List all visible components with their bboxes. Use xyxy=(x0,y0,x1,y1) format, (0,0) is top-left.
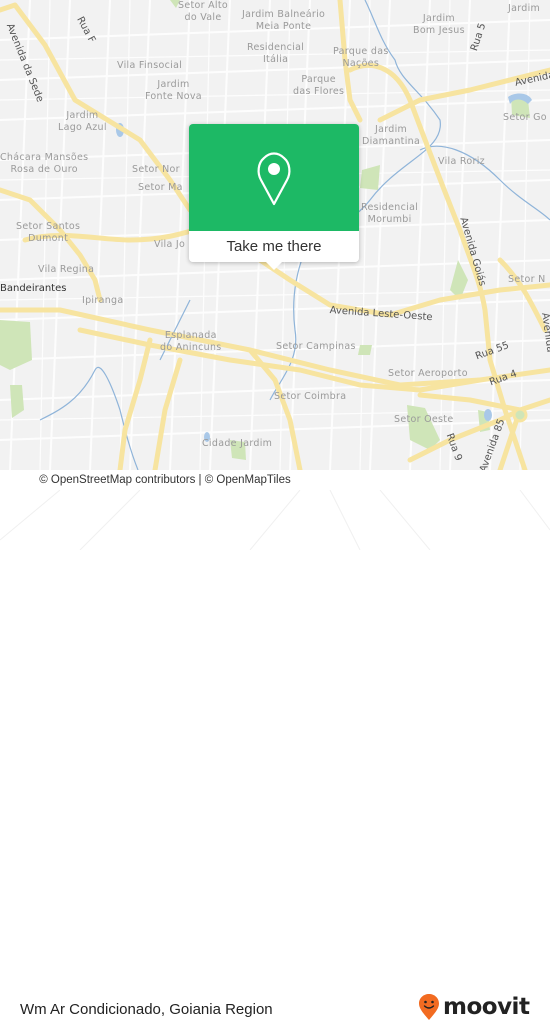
popup-pointer xyxy=(266,262,282,270)
label-jardim-ne: Jardim xyxy=(508,3,541,14)
label-setor-norte: Setor Nor xyxy=(132,164,180,175)
label-parque-das-nacoes: Parque das Nações xyxy=(333,46,389,69)
label-parque-das-flores: Parque das Flores xyxy=(293,74,345,97)
label-setor-ma: Setor Ma xyxy=(138,182,183,193)
footer-background-pattern xyxy=(0,490,550,550)
location-popup: Take me there xyxy=(189,124,359,270)
label-setor-n: Setor N xyxy=(508,274,546,285)
label-vila-finsocial: Vila Finsocial xyxy=(117,60,183,71)
label-setor-aeroporto: Setor Aeroporto xyxy=(388,368,468,379)
take-me-there-button[interactable]: Take me there xyxy=(189,231,359,262)
label-setor-goiania: Setor Go xyxy=(503,112,547,123)
label-jardim-balneario: Jardim Balneário Meia Ponte xyxy=(242,9,326,32)
label-residencial-italia: Residencial Itália xyxy=(247,42,305,65)
label-cidade-jardim: Cidade Jardim xyxy=(202,438,273,449)
label-setor-coimbra: Setor Coimbra xyxy=(274,391,347,402)
label-residencial-morumbi: Residencial Morumbi xyxy=(361,202,419,225)
label-chacara-mansoes: Chácara Mansões Rosa de Ouro xyxy=(0,152,89,175)
label-setor-santos-dumont: Setor Santos Dumont xyxy=(16,221,81,244)
label-setor-alto-do-vale: Setor Alto do Vale xyxy=(178,0,229,23)
place-title: Wm Ar Condicionado, Goiania Region xyxy=(20,1001,273,1018)
moovit-smiley-pin-icon xyxy=(419,994,439,1020)
label-jardim-fonte-nova: Jardim Fonte Nova xyxy=(145,79,202,102)
label-jardim-bom-jesus: Jardim Bom Jesus xyxy=(413,13,465,36)
label-jardim-lago-azul: Jardim Lago Azul xyxy=(58,110,107,133)
footer: Wm Ar Condicionado, Goiania Region moovi… xyxy=(0,490,550,1020)
map-pin-icon xyxy=(257,151,291,205)
label-esplanada-do-anincuns: Esplanada do Anincuns xyxy=(160,330,222,353)
roundabout xyxy=(512,407,528,423)
label-ipiranga: Ipiranga xyxy=(82,295,124,306)
label-jardim-diamantina: Jardim Diamantina xyxy=(362,124,421,147)
map[interactable]: Setor Alto do Vale Jardim Balneário Meia P… xyxy=(0,0,550,470)
road-label-bandeirantes: Bandeirantes xyxy=(0,283,67,294)
moovit-wordmark: moovit xyxy=(443,994,530,1020)
label-vila-regina: Vila Regina xyxy=(38,264,95,275)
label-vila-jo: Vila Jo xyxy=(154,239,186,250)
label-vila-roriz: Vila Roriz xyxy=(438,156,485,167)
label-setor-campinas: Setor Campinas xyxy=(276,341,356,352)
popup-header xyxy=(189,124,359,231)
map-attribution[interactable]: © OpenStreetMap contributors | © OpenMap… xyxy=(0,470,330,490)
label-setor-oeste: Setor Oeste xyxy=(394,414,454,425)
moovit-logo[interactable]: moovit xyxy=(418,993,530,1021)
